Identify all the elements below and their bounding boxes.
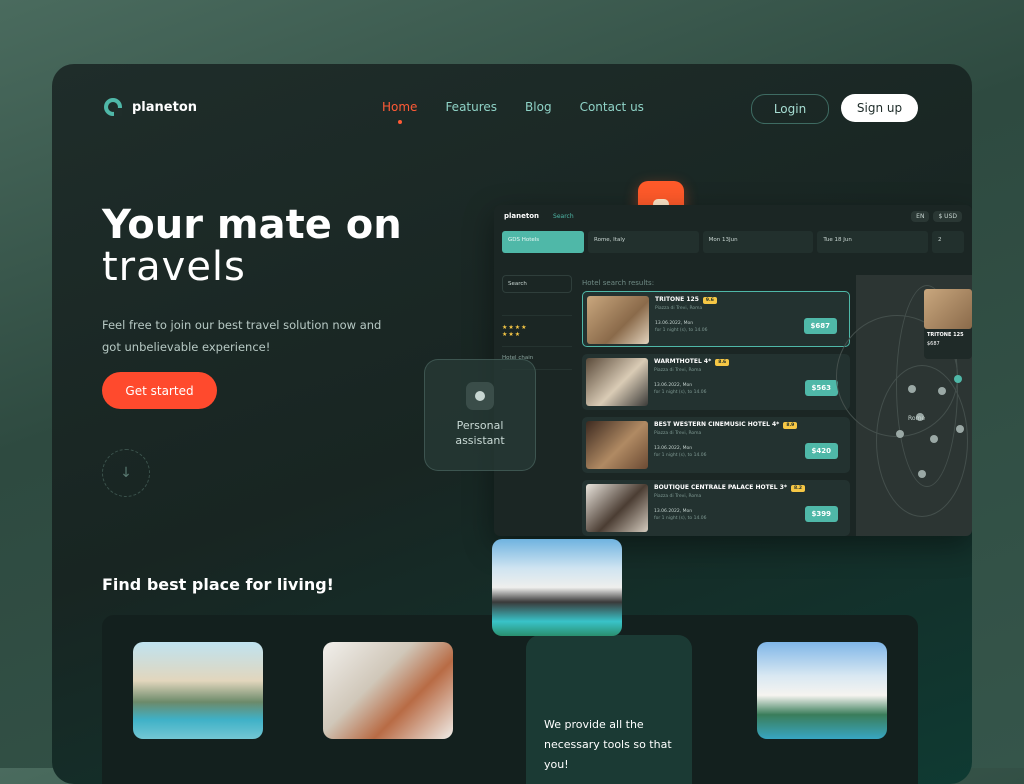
- get-started-button[interactable]: Get started: [102, 372, 217, 409]
- hotel-card[interactable]: BEST WESTERN CINEMUSIC HOTEL 4* 8.9 Piazz…: [582, 417, 850, 473]
- login-button[interactable]: Login: [751, 94, 829, 124]
- hero-title: Your mate on travels: [102, 204, 402, 288]
- hotel-address: Piazza di Trevi, Roma: [654, 368, 702, 373]
- results-title: Hotel search results:: [582, 279, 655, 287]
- hotel-date: 13.06.2022, Mon: [655, 321, 694, 326]
- app-preview: planeton Search EN $ USD GDS Hotels Rome…: [494, 205, 972, 536]
- lang-selector[interactable]: EN: [911, 210, 930, 222]
- hotel-nights: for 1 night (s), to 14.06: [654, 390, 707, 395]
- app-tab-search[interactable]: Search: [553, 213, 574, 220]
- checkin-field[interactable]: Mon 13Jun: [702, 231, 814, 253]
- hotel-name: BEST WESTERN CINEMUSIC HOTEL 4* 8.9: [654, 421, 798, 429]
- featured-villa-photo[interactable]: [492, 539, 622, 636]
- hotel-card[interactable]: BOUTIQUE CENTRALE PALACE HOTEL 3* 8.2 Pia…: [582, 480, 850, 536]
- nav-blog[interactable]: Blog: [525, 100, 552, 114]
- hotel-nights: for 1 night (s), to 14.06: [654, 516, 707, 521]
- personal-assistant-card[interactable]: Personal assistant: [424, 359, 536, 471]
- property-photo[interactable]: [133, 642, 263, 739]
- property-photo[interactable]: [757, 642, 887, 739]
- property-photo[interactable]: [323, 642, 453, 739]
- hotel-address: Piazza di Trevi, Roma: [654, 431, 702, 436]
- map-hotel-popup[interactable]: TRITONE 125 $687: [924, 289, 972, 359]
- hotel-date: 13.06.2022, Mon: [654, 446, 693, 451]
- hotel-results: Hotel search results: TRITONE 125 9.6 Pia…: [582, 279, 850, 536]
- destination-field[interactable]: Rome, Italy: [588, 231, 699, 253]
- assistant-label-line2: assistant: [455, 434, 505, 447]
- nav-features[interactable]: Features: [445, 100, 497, 114]
- hotel-price[interactable]: $399: [804, 506, 838, 522]
- hotel-name: WARMTHOTEL 4* 8.6: [654, 358, 730, 366]
- checkout-field[interactable]: Tue 18 Jun: [817, 231, 929, 253]
- app-searchbar: GDS Hotels Rome, Italy Mon 13Jun Tue 18 …: [502, 231, 965, 253]
- app-filters: Search ★★★★ ★★★ Hotel chain: [502, 275, 572, 370]
- guests-field[interactable]: 2: [932, 231, 965, 253]
- property-gallery: We provide all the necessary tools so th…: [102, 615, 918, 784]
- section-title: Find best place for living!: [102, 575, 334, 594]
- signup-button[interactable]: Sign up: [841, 94, 918, 122]
- star-rating-icon: ★★★★: [502, 324, 528, 331]
- hotel-photo: [586, 358, 648, 406]
- hotel-date: 13.06.2022, Mon: [654, 509, 693, 514]
- map-pin[interactable]: [896, 430, 904, 438]
- hotel-price[interactable]: $563: [804, 380, 838, 396]
- hotel-card[interactable]: WARMTHOTEL 4* 8.6 Piazza di Trevi, Roma 1…: [582, 354, 850, 410]
- scroll-down-icon[interactable]: ↓: [102, 449, 150, 497]
- hotel-photo: [586, 421, 648, 469]
- brand-name: planeton: [132, 99, 198, 115]
- hotel-address: Piazza di Trevi, Roma: [654, 494, 702, 499]
- app-topbar: planeton Search EN $ USD: [494, 205, 972, 227]
- hero-title-line1: Your mate on: [102, 202, 402, 248]
- hotel-name: TRITONE 125 9.6: [655, 296, 717, 304]
- map-pin[interactable]: [930, 435, 938, 443]
- hotel-price[interactable]: $420: [804, 443, 838, 459]
- filter-search-input[interactable]: Search: [502, 275, 572, 293]
- app-locale: EN $ USD: [911, 210, 972, 222]
- feature-card[interactable]: We provide all the necessary tools so th…: [526, 635, 692, 784]
- hotel-nights: for 1 night (s), to 14.06: [654, 453, 707, 458]
- filter-stars[interactable]: ★★★★ ★★★: [502, 316, 572, 347]
- hero-description: Feel free to join our best travel soluti…: [102, 318, 382, 354]
- hotel-photo: [587, 296, 649, 344]
- brand-logo[interactable]: planeton: [104, 98, 197, 116]
- map-pin[interactable]: [938, 387, 946, 395]
- hotel-nights: for 1 night (s), to 14.06: [655, 328, 708, 333]
- hotel-photo: [586, 484, 648, 532]
- hero-title-line2: travels: [102, 244, 246, 290]
- star-rating-icon: ★★★: [502, 331, 522, 338]
- assistant-label-line1: Personal: [456, 419, 504, 432]
- nav-home[interactable]: Home: [382, 100, 417, 114]
- map-city-label: Rome: [908, 415, 926, 422]
- filter-price[interactable]: [502, 299, 572, 316]
- main-nav: Home Features Blog Contact us: [382, 100, 644, 114]
- hotel-card[interactable]: TRITONE 125 9.6 Piazza di Trevi, Roma 13.…: [582, 291, 850, 347]
- feature-text: We provide all the necessary tools so th…: [544, 718, 672, 771]
- user-icon: [466, 382, 494, 410]
- city-map[interactable]: Rome TRITONE 125 $687: [836, 275, 972, 536]
- hotel-name: BOUTIQUE CENTRALE PALACE HOTEL 3* 8.2: [654, 484, 805, 492]
- planet-logo-icon: [104, 98, 122, 116]
- hotel-address: Piazza di Trevi, Roma: [655, 306, 703, 311]
- map-pin[interactable]: [918, 470, 926, 478]
- map-pin[interactable]: [954, 375, 962, 383]
- hotel-date: 13.06.2022, Mon: [654, 383, 693, 388]
- map-pin[interactable]: [956, 425, 964, 433]
- nav-contact[interactable]: Contact us: [580, 100, 644, 114]
- map-pin[interactable]: [908, 385, 916, 393]
- hotel-price[interactable]: $687: [803, 318, 837, 334]
- currency-selector[interactable]: $ USD: [933, 210, 962, 222]
- search-type[interactable]: GDS Hotels: [502, 231, 584, 253]
- app-brand: planeton: [504, 212, 540, 220]
- landing-frame: planeton Home Features Blog Contact us L…: [52, 64, 972, 784]
